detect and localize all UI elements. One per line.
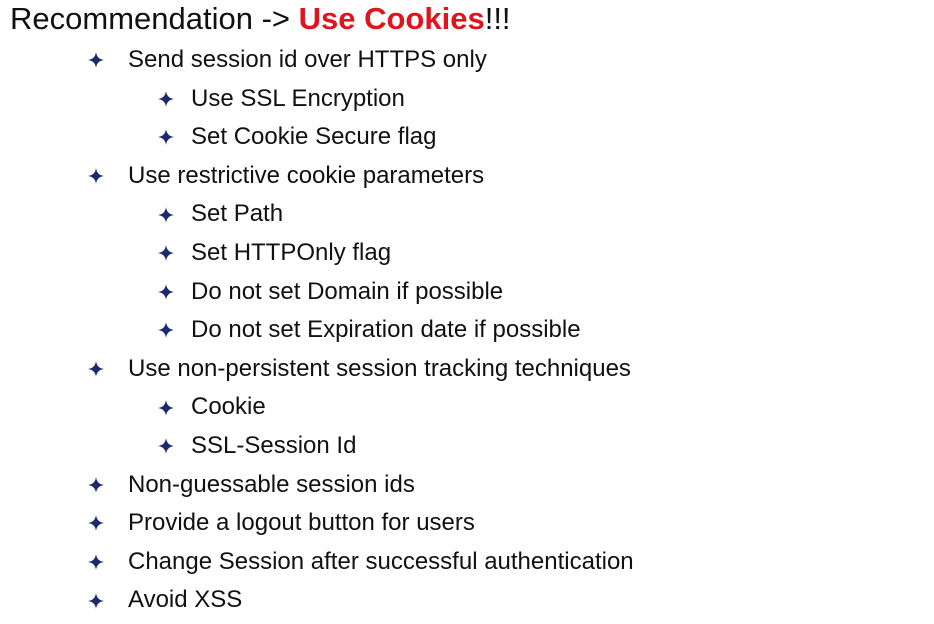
- four-point-star-icon: [86, 41, 106, 80]
- sub-list-item: Set Path: [0, 195, 934, 234]
- list-item-text: Change Session after successful authenti…: [128, 547, 634, 575]
- four-point-star-icon: [156, 427, 176, 466]
- four-point-star-icon: [86, 504, 106, 543]
- four-point-star-icon: [86, 543, 106, 582]
- list-item-text: SSL-Session Id: [191, 431, 357, 459]
- list-item-text: Use non-persistent session tracking tech…: [128, 354, 631, 382]
- title-highlight: Use Cookies: [298, 1, 485, 36]
- four-point-star-icon: [156, 195, 176, 234]
- list-item-text: Use restrictive cookie parameters: [128, 161, 485, 189]
- list-item-text: Use SSL Encryption: [191, 84, 405, 112]
- list-item-text: Non-guessable session ids: [128, 470, 415, 498]
- four-point-star-icon: [156, 80, 176, 119]
- list-item-text: Send session id over HTTPS only: [128, 46, 487, 73]
- list-item-text: Do not set Domain if possible: [191, 277, 504, 305]
- list-item-text: Cookie: [191, 393, 266, 421]
- four-point-star-icon: [156, 388, 176, 427]
- list-item: Use restrictive cookie parameters: [0, 157, 934, 196]
- four-point-star-icon: [86, 581, 106, 620]
- four-point-star-icon: [156, 234, 176, 273]
- sub-list-item: Do not set Expiration date if possible: [0, 311, 934, 350]
- title-suffix: !!!: [484, 1, 511, 36]
- title-prefix: Recommendation ->: [10, 1, 299, 36]
- list-item-text: Avoid XSS: [128, 586, 243, 614]
- list-item: Avoid XSS: [0, 581, 934, 620]
- list-item: Use non-persistent session tracking tech…: [0, 350, 934, 389]
- bullet-list: Send session id over HTTPS only Use SSL E…: [0, 41, 934, 620]
- four-point-star-icon: [86, 157, 106, 196]
- list-item-text: Provide a logout button for users: [128, 509, 475, 537]
- four-point-star-icon: [86, 466, 106, 505]
- slide: Recommendation -> Use Cookies!!! Send se…: [0, 0, 934, 624]
- slide-title: Recommendation -> Use Cookies!!!: [10, 0, 511, 38]
- sub-list-item: SSL-Session Id: [0, 427, 934, 466]
- list-item: Non-guessable session ids: [0, 466, 934, 505]
- list-item: Provide a logout button for users: [0, 504, 934, 543]
- sub-list-item: Cookie: [0, 388, 934, 427]
- four-point-star-icon: [156, 273, 176, 312]
- sub-list-item: Set Cookie Secure flag: [0, 118, 934, 157]
- list-item-text: Set HTTPOnly flag: [191, 238, 392, 266]
- four-point-star-icon: [86, 350, 106, 389]
- sub-list-item: Use SSL Encryption: [0, 80, 934, 119]
- list-item: Send session id over HTTPS only: [0, 41, 934, 80]
- list-item-text: Do not set Expiration date if possible: [191, 316, 581, 344]
- sub-list-item: Set HTTPOnly flag: [0, 234, 934, 273]
- sub-list-item: Do not set Domain if possible: [0, 273, 934, 312]
- four-point-star-icon: [156, 311, 176, 350]
- four-point-star-icon: [156, 118, 176, 157]
- list-item: Change Session after successful authenti…: [0, 543, 934, 582]
- list-item-text: Set Cookie Secure flag: [191, 123, 437, 151]
- list-item-text: Set Path: [191, 200, 284, 228]
